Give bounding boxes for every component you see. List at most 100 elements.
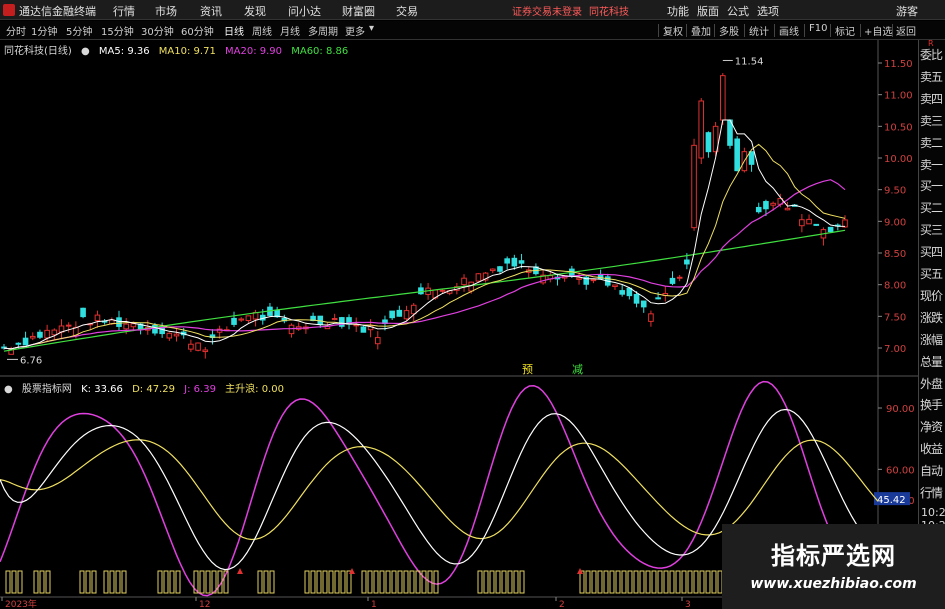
chevron-down-icon[interactable]: ▾ <box>369 23 374 34</box>
period-more[interactable]: 更多 <box>345 23 365 38</box>
btn-f10[interactable]: F10 <box>809 23 827 34</box>
candle-body <box>518 260 525 264</box>
login-notice[interactable]: 证券交易未登录 <box>512 3 582 18</box>
signal-bar <box>711 570 717 594</box>
menu-ask[interactable]: 问小达 <box>288 3 321 19</box>
ma10-value: 9.71 <box>193 46 216 57</box>
candle-body <box>698 100 705 159</box>
candle-body <box>130 323 137 328</box>
signal-bar <box>322 570 328 594</box>
watermark-url: www.xuezhibiao.com <box>750 576 917 592</box>
period-toolbar: 分时 1分钟 5分钟 15分钟 30分钟 60分钟 日线 周线 月线 多周期 更… <box>0 21 945 40</box>
btn-mark[interactable]: 标记 <box>835 23 855 38</box>
menu-options[interactable]: 选项 <box>757 3 779 19</box>
menu-formula[interactable]: 公式 <box>727 3 749 19</box>
menu-market[interactable]: 市场 <box>155 3 177 19</box>
period-multi[interactable]: 多周期 <box>308 23 338 38</box>
candle-body <box>806 218 812 225</box>
signal-bar <box>269 570 275 594</box>
toolbar-divider <box>744 24 745 37</box>
period-5min[interactable]: 5分钟 <box>66 23 92 38</box>
period-15min[interactable]: 15分钟 <box>101 23 134 38</box>
period-60min[interactable]: 60分钟 <box>181 23 214 38</box>
btn-add-watchlist[interactable]: +自选 <box>864 23 892 38</box>
signal-bar <box>513 570 519 594</box>
user-guest[interactable]: 游客 <box>896 3 918 19</box>
side-label-0: 委比 <box>920 48 943 62</box>
indicator-name[interactable]: 股票指标网 <box>22 384 72 395</box>
signal-bar <box>669 570 675 594</box>
btn-statistics[interactable]: 统计 <box>749 23 769 38</box>
signal-bar <box>501 570 507 594</box>
signal-bar <box>657 570 663 594</box>
signal-bar <box>403 570 409 594</box>
main-wave-name: 主升浪 <box>225 384 256 395</box>
signal-bar <box>316 570 322 594</box>
d-name: D <box>132 384 140 395</box>
btn-back[interactable]: 返回 <box>896 23 916 38</box>
period-monthly[interactable]: 月线 <box>280 23 300 38</box>
menu-function[interactable]: 功能 <box>667 3 689 19</box>
ma20-line <box>3 179 846 350</box>
side-label-9: 买四 <box>920 245 943 260</box>
event-marker[interactable]: 减 <box>572 363 583 376</box>
ma60-legend: MA60: 8.86 <box>291 46 349 57</box>
signal-bar <box>45 570 51 594</box>
side-label-19[interactable]: 自动 <box>920 462 943 479</box>
toolbar-divider <box>774 24 775 37</box>
ma60-name: MA60 <box>291 46 320 57</box>
price-tick-label: 10.50 <box>884 122 913 133</box>
x-tick-label: 12 <box>199 600 210 609</box>
candle-body <box>51 329 58 336</box>
stock-label[interactable]: 同花科技(日线) <box>4 46 72 57</box>
candle-body <box>389 310 395 319</box>
signal-bar <box>687 570 693 594</box>
side-label-20[interactable]: 行情 <box>920 484 943 501</box>
settings-dot-icon[interactable]: ● <box>81 46 90 57</box>
signal-bar <box>651 570 657 594</box>
candle-body <box>763 201 769 210</box>
signal-bar <box>609 570 615 594</box>
menu-layout[interactable]: 版面 <box>697 3 719 19</box>
side-label-3: 卖三 <box>920 113 943 128</box>
current-value-label: 45.42 <box>877 495 906 506</box>
btn-overlay[interactable]: 叠加 <box>691 23 711 38</box>
ma20-name: MA20 <box>225 46 254 57</box>
menu-news[interactable]: 资讯 <box>200 3 222 19</box>
side-label-1: 卖五 <box>920 69 943 84</box>
ma5-legend: MA5: 9.36 <box>98 46 150 57</box>
btn-multi-stock[interactable]: 多股 <box>719 23 739 38</box>
candle-body <box>44 329 50 339</box>
candle-body <box>461 277 467 286</box>
indicator-legend: ● 股票指标网 K: 33.66 D: 47.29 J: 6.39 主升浪: 0… <box>4 380 290 395</box>
ma10-line <box>3 143 846 350</box>
price-tick-label: 7.00 <box>884 344 906 355</box>
menu-wealth[interactable]: 财富圈 <box>342 3 375 19</box>
signal-bar <box>304 570 310 594</box>
side-label-8: 买三 <box>920 223 943 238</box>
signal-bar <box>483 570 489 594</box>
event-marker[interactable]: 预 <box>522 363 533 376</box>
ma5-line <box>3 119 846 350</box>
menu-discover[interactable]: 发现 <box>244 3 266 19</box>
signal-bar <box>621 570 627 594</box>
settings-dot-icon[interactable]: ● <box>4 384 13 395</box>
candle-body <box>684 259 690 265</box>
buy-arrow-icon <box>237 568 243 574</box>
btn-adjust[interactable]: 复权 <box>663 23 683 38</box>
candle-body <box>612 284 618 288</box>
period-weekly[interactable]: 周线 <box>252 23 272 38</box>
menu-trade[interactable]: 交易 <box>396 3 418 19</box>
period-intraday[interactable]: 分时 <box>6 23 26 38</box>
candle-body <box>231 317 237 325</box>
menu-quotes[interactable]: 行情 <box>113 3 135 19</box>
signal-bar <box>33 570 39 594</box>
ma20-value: 9.90 <box>259 46 283 57</box>
period-1min[interactable]: 1分钟 <box>31 23 57 38</box>
signal-bar <box>39 570 45 594</box>
period-daily[interactable]: 日线 <box>224 23 244 38</box>
signal-bar <box>585 570 591 594</box>
btn-draw-line[interactable]: 画线 <box>779 23 799 38</box>
period-30min[interactable]: 30分钟 <box>141 23 174 38</box>
candle-body <box>123 323 129 330</box>
